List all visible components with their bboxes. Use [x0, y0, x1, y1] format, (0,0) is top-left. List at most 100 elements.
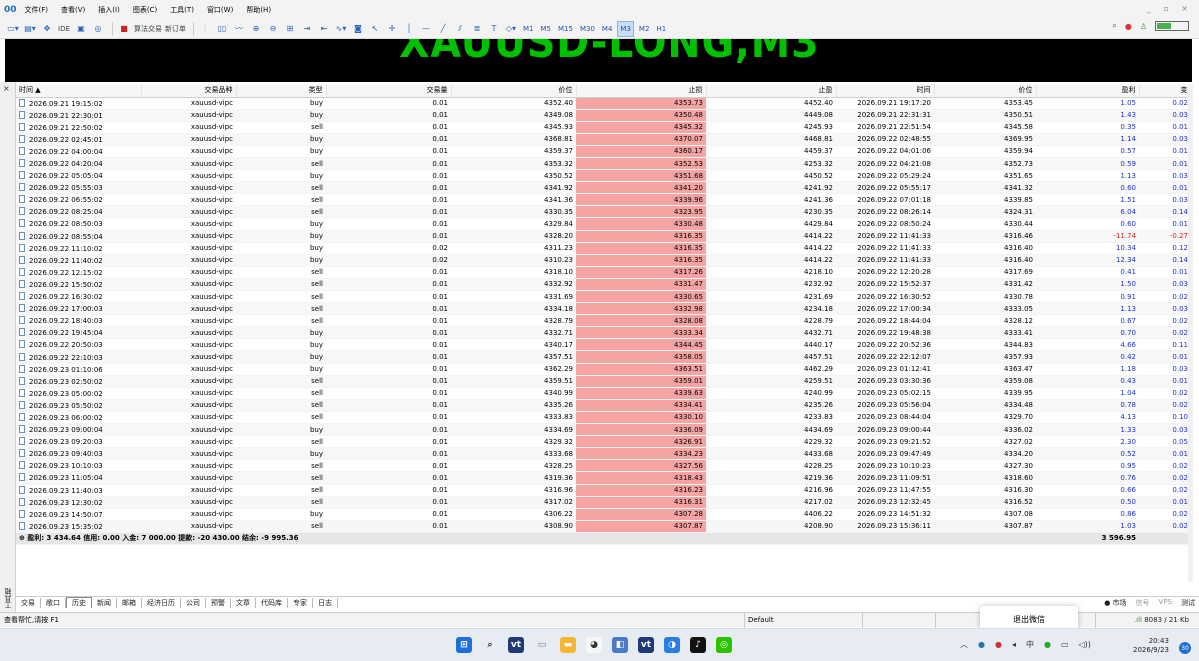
tab-exposure[interactable]: 敞口: [41, 597, 66, 608]
table-row[interactable]: 2026.09.21 22:50:02 xauusd-vipc sell 0.01 43…: [16, 121, 1188, 134]
market-watch-icon[interactable]: ▣: [74, 21, 88, 37]
table-row[interactable]: 2026.09.22 06:55:02 xauusd-vipc sell 0.01 43…: [16, 193, 1188, 207]
tray-app-icon[interactable]: ●: [995, 640, 1002, 649]
period-m15[interactable]: M15: [556, 21, 575, 37]
table-row[interactable]: 2026.09.23 05:50:02 xauusd-vipc sell 0.01 43…: [16, 399, 1188, 412]
table-row[interactable]: 2026.09.22 04:20:04 xauusd-vipc sell 0.01 43…: [16, 157, 1188, 171]
tab-company[interactable]: 公司: [181, 597, 206, 608]
menu-tools[interactable]: 工具(T): [170, 5, 194, 15]
menu-view[interactable]: 查看(V): [61, 5, 85, 15]
table-row[interactable]: 2026.09.22 08:50:03 xauusd-vipc buy 0.01 432…: [16, 217, 1188, 231]
table-row[interactable]: 2026.09.23 06:00:02 xauusd-vipc sell 0.01 43…: [16, 411, 1188, 425]
channel-icon[interactable]: ⫽: [453, 21, 467, 37]
period-m1[interactable]: M1: [521, 21, 536, 37]
tray-app-icon[interactable]: ●: [978, 640, 985, 649]
menu-file[interactable]: 文件(F): [25, 5, 49, 15]
col-header-price[interactable]: 价位: [451, 84, 577, 98]
table-row[interactable]: 2026.09.23 09:20:03 xauusd-vipc sell 0.01 43…: [16, 435, 1188, 449]
tab-history[interactable]: 历史: [66, 597, 92, 608]
screenshot-icon[interactable]: ◙: [351, 21, 365, 37]
taskbar-clock[interactable]: 20:43 2026/9/23: [1133, 637, 1169, 655]
mt5-app-icon-2[interactable]: vt: [638, 637, 654, 653]
table-row[interactable]: 2026.09.23 05:00:02 xauusd-vipc sell 0.01 43…: [16, 387, 1188, 400]
table-row[interactable]: 2026.09.22 05:05:04 xauusd-vipc buy 0.01 435…: [16, 169, 1188, 183]
tray-chevron-icon[interactable]: ︿: [960, 639, 968, 650]
tab-vps[interactable]: VPS: [1159, 598, 1172, 608]
table-row[interactable]: 2026.09.21 22:30:01 xauusd-vipc buy 0.01 434…: [16, 109, 1188, 122]
table-row[interactable]: 2026.09.23 14:50:07 xauusd-vipc buy 0.01 430…: [16, 508, 1188, 521]
table-row[interactable]: 2026.09.22 18:40:03 xauusd-vipc sell 0.01 43…: [16, 314, 1188, 328]
algo-trading-button[interactable]: 算法交易: [134, 21, 162, 37]
col-header-stoploss[interactable]: 止损: [576, 84, 707, 98]
tray-app-icon[interactable]: ●: [1044, 640, 1051, 649]
signals-icon[interactable]: ◎: [91, 21, 105, 37]
search-icon[interactable]: ⌕: [482, 637, 498, 653]
tab-mailbox[interactable]: 邮箱: [117, 597, 142, 608]
period-h1[interactable]: H1: [654, 21, 668, 37]
vertical-line-icon[interactable]: │: [402, 21, 416, 37]
tab-experts[interactable]: 专家: [288, 597, 313, 608]
col-header-time[interactable]: 时间 ▲: [16, 84, 142, 98]
wechat-icon[interactable]: ◎: [716, 637, 732, 653]
grid-icon[interactable]: ⊞: [283, 21, 297, 37]
table-row[interactable]: 2026.09.22 17:00:03 xauusd-vipc sell 0.01 43…: [16, 302, 1188, 316]
period-m2[interactable]: M2: [637, 21, 652, 37]
table-row[interactable]: 2026.09.22 19:45:04 xauusd-vipc buy 0.01 433…: [16, 326, 1188, 340]
tab-trade[interactable]: 交易: [16, 597, 41, 608]
candlestick-icon[interactable]: ▯▯: [215, 21, 229, 37]
col-header-change[interactable]: 变: [1139, 84, 1188, 98]
tab-signals[interactable]: 信号: [1136, 598, 1150, 608]
new-order-button[interactable]: 新订单: [165, 21, 186, 37]
tab-news[interactable]: 新闻: [92, 597, 117, 608]
shapes-icon[interactable]: ◇▾: [504, 21, 518, 37]
notification-badge[interactable]: 30: [1179, 642, 1191, 654]
col-header-type[interactable]: 类型: [236, 84, 327, 98]
ime-indicator[interactable]: 中: [1026, 639, 1034, 650]
qq-icon[interactable]: ◕: [586, 637, 602, 653]
table-row[interactable]: 2026.09.23 02:50:02 xauusd-vipc sell 0.01 43…: [16, 375, 1188, 388]
table-row[interactable]: 2026.09.22 08:55:04 xauusd-vipc buy 0.01 432…: [16, 230, 1188, 243]
network-icon[interactable]: ▭: [1061, 640, 1069, 649]
period-m30[interactable]: M30: [578, 21, 597, 37]
menu-insert[interactable]: 插入(I): [98, 5, 120, 15]
text-tool-icon[interactable]: T: [487, 21, 501, 37]
crosshair-icon[interactable]: ✛: [385, 21, 399, 37]
table-row[interactable]: 2026.09.23 12:30:02 xauusd-vipc sell 0.01 43…: [16, 496, 1188, 509]
volume-icon[interactable]: ◁)): [1079, 640, 1091, 649]
tiktok-icon[interactable]: ♪: [690, 637, 706, 653]
table-row[interactable]: 2026.09.22 20:50:03 xauusd-vipc buy 0.01 434…: [16, 338, 1188, 352]
table-row[interactable]: 2026.09.22 12:15:02 xauusd-vipc sell 0.01 43…: [16, 266, 1188, 279]
tab-alerts[interactable]: 预警: [206, 597, 231, 608]
search-icon[interactable]: ⌕: [1112, 21, 1116, 31]
start-icon[interactable]: ⊞: [456, 637, 472, 653]
tab-articles[interactable]: 文章: [231, 597, 256, 608]
table-row[interactable]: 2026.09.22 02:45:01 xauusd-vipc buy 0.01 436…: [16, 133, 1188, 146]
menu-help[interactable]: 帮助(H): [246, 5, 271, 15]
table-row[interactable]: 2026.09.23 10:10:03 xauusd-vipc sell 0.01 43…: [16, 459, 1188, 473]
window-controls[interactable]: _ ▫ ×: [1147, 4, 1193, 13]
table-row[interactable]: 2026.09.22 08:25:04 xauusd-vipc sell 0.01 43…: [16, 205, 1188, 219]
new-chart-icon[interactable]: ▭▾: [6, 21, 20, 37]
col-header-close-time[interactable]: 时间: [836, 84, 935, 98]
taskview-icon[interactable]: ▭: [534, 637, 550, 653]
zoom-in-icon[interactable]: ⊕: [249, 21, 263, 37]
col-header-profit[interactable]: 盈利: [1036, 84, 1140, 98]
navigator-icon[interactable]: ✥: [40, 21, 54, 37]
table-row[interactable]: 2026.09.22 11:40:02 xauusd-vipc buy 0.02 431…: [16, 254, 1188, 267]
close-toolbox-icon[interactable]: ×: [3, 84, 10, 93]
bar-chart-icon[interactable]: ⫶: [198, 21, 212, 37]
mt5-app-icon[interactable]: vt: [508, 637, 524, 653]
table-row[interactable]: 2026.09.22 15:50:02 xauusd-vipc sell 0.01 43…: [16, 278, 1188, 292]
remote-app-icon[interactable]: ◧: [612, 637, 628, 653]
tray-app-icon[interactable]: ◂: [1012, 640, 1016, 649]
menu-window[interactable]: 窗口(W): [207, 5, 233, 15]
auto-scroll-icon[interactable]: ⇥: [300, 21, 314, 37]
trendline-icon[interactable]: ╱: [436, 21, 450, 37]
indicators-icon[interactable]: ∿▾: [334, 21, 348, 37]
table-row[interactable]: 2026.09.23 09:40:03 xauusd-vipc buy 0.01 433…: [16, 447, 1188, 461]
table-row[interactable]: 2026.09.23 01:10:06 xauusd-vipc buy 0.01 436…: [16, 363, 1188, 376]
notification-icon[interactable]: ●: [1125, 22, 1132, 31]
tab-codebase[interactable]: 代码库: [256, 597, 288, 608]
chart-shift-icon[interactable]: ⇤: [317, 21, 331, 37]
table-row[interactable]: 2026.09.23 15:35:02 xauusd-vipc sell 0.01 43…: [16, 520, 1188, 533]
